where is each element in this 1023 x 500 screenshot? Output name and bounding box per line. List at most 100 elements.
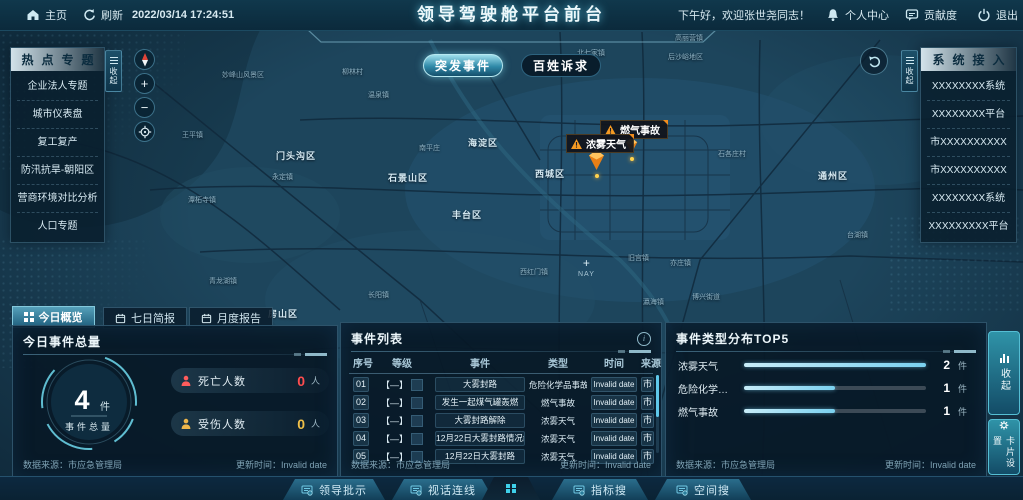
collapse-cards-button[interactable]: 收起	[988, 331, 1020, 415]
row-source: 市	[641, 431, 654, 446]
column-header: 来源	[641, 355, 654, 370]
column-header: 等级	[373, 355, 431, 370]
event-table: 序号等级事件类型时间来源 01【—】大雾封路危险化学品事故Invalid dat…	[349, 353, 653, 464]
bar-track	[744, 409, 926, 413]
bar-fill	[744, 409, 835, 413]
nav-spatial-search[interactable]: 空间搜	[655, 479, 751, 500]
fog-weather-marker[interactable]: 浓雾天气	[566, 134, 634, 153]
person-icon	[180, 418, 192, 430]
chart-bar-row: 燃气事故1件	[678, 401, 972, 421]
marker-label: 浓雾天气	[586, 136, 626, 151]
row-level: 【—】	[373, 378, 431, 391]
row-event: 大雾封路	[435, 377, 525, 392]
table-body: 01【—】大雾封路危险化学品事故Invalid date市02【—】发生一起煤气…	[349, 377, 653, 464]
appeals-filter-button[interactable]: 百姓诉求	[521, 54, 601, 77]
system-access-item[interactable]: XXXXXXXXX平台	[927, 213, 1010, 240]
map-pin-icon[interactable]	[588, 150, 605, 171]
locate-button[interactable]	[134, 121, 155, 142]
table-row[interactable]: 04【—】12月22日大雾封路情况续报浓雾天气Invalid date市	[349, 431, 653, 446]
data-source: 数据来源：市应急管理局	[23, 458, 122, 471]
contribution-button[interactable]: 贡献度	[905, 0, 957, 30]
deaths-stat: 死亡人数 0 人	[171, 368, 329, 393]
system-access-item[interactable]: 市XXXXXXXXXX	[927, 129, 1010, 157]
card-settings-button[interactable]: 卡片设置	[988, 419, 1020, 475]
dashboard-root: 海淀区门头沟区石景山区丰台区西城区通州区房山区王平镇永定镇潭柘寺镇南平庄温泉镇柳…	[0, 0, 1023, 500]
stat-unit: 人	[311, 374, 320, 387]
emergency-filter-button[interactable]: 突发事件	[423, 54, 503, 77]
nav-label: 领导批示	[319, 482, 367, 498]
board-gear-icon	[573, 484, 585, 496]
table-row[interactable]: 03【—】大雾封路解除浓雾天气Invalid date市	[349, 413, 653, 428]
system-access-item[interactable]: XXXXXXXX系统	[927, 73, 1010, 101]
nav-indicator-search[interactable]: 指标搜	[552, 479, 648, 500]
bar-value: 1	[934, 404, 950, 418]
hot-topic-item[interactable]: 城市仪表盘	[17, 101, 98, 129]
nav-label: 视话连线	[428, 482, 476, 498]
bar-chart-icon	[1000, 354, 1009, 363]
airport-cross-marker: +NAY	[578, 258, 595, 280]
row-type: 危险化学品事故	[529, 379, 587, 391]
stat-value: 0	[297, 373, 305, 389]
top5-chart-title: 事件类型分布TOP5	[676, 330, 789, 347]
event-list-card: 事件列表 i 序号等级事件类型时间来源 01【—】大雾封路危险化学品事故Inva…	[340, 322, 662, 477]
hot-topic-item[interactable]: 人口专题	[17, 213, 98, 240]
personal-center-button[interactable]: 个人中心	[826, 0, 889, 30]
chart-bar-row: 浓雾天气2件	[678, 355, 972, 375]
undo-button[interactable]	[860, 47, 888, 75]
compass-icon	[139, 52, 151, 67]
system-access-panel: 系统接入 XXXXXXXX系统XXXXXXXX平台市XXXXXXXXXX市XXX…	[920, 47, 1017, 243]
data-source: 数据来源：市应急管理局	[676, 458, 775, 471]
system-access-collapse-button[interactable]: 收起	[901, 50, 918, 92]
hot-topics-collapse-button[interactable]: 收起	[105, 50, 122, 92]
compass-control[interactable]	[134, 49, 155, 70]
system-access-item[interactable]: XXXXXXXX平台	[927, 101, 1010, 129]
column-header: 类型	[529, 355, 587, 370]
pin-dot	[630, 157, 634, 161]
row-event: 大雾封路解除	[435, 413, 525, 428]
logout-button[interactable]: 退出	[977, 0, 1018, 30]
update-time: 更新时间：Invalid date	[236, 458, 327, 471]
hot-topic-item[interactable]: 复工复产	[17, 129, 98, 157]
menu-icon	[906, 57, 914, 65]
bar-fill	[744, 363, 926, 367]
total-events-unit: 件	[100, 401, 110, 413]
today-summary-title: 今日事件总量	[23, 333, 101, 350]
row-number: 01	[353, 377, 369, 392]
board-gear-icon	[301, 484, 313, 496]
hot-topic-item[interactable]: 营商环境对比分析	[17, 185, 98, 213]
locate-icon	[138, 125, 152, 139]
injuries-stat: 受伤人数 0 人	[171, 411, 329, 436]
table-row[interactable]: 02【—】发生一起煤气罐轰燃燃气事故Invalid date市	[349, 395, 653, 410]
top-header: 主页 刷新 2022/03/14 17:24:51 领导驾驶舱平台前台 下午好，…	[0, 0, 1023, 31]
hot-topic-item[interactable]: 企业法人专题	[17, 73, 98, 101]
row-number: 04	[353, 431, 369, 446]
nav-leader-instructions[interactable]: 领导批示	[283, 479, 385, 500]
nav-label: 指标搜	[591, 482, 627, 498]
hot-topic-item[interactable]: 防汛抗旱-朝阳区	[17, 157, 98, 185]
row-source: 市	[641, 395, 654, 410]
undo-icon	[867, 55, 881, 68]
row-level: 【—】	[373, 396, 431, 409]
zoom-out-button[interactable]: −	[134, 97, 155, 118]
event-list-title: 事件列表	[351, 330, 403, 347]
total-events-value: 4	[74, 385, 89, 415]
nav-apps-button[interactable]	[482, 477, 540, 500]
warning-triangle-icon	[605, 125, 616, 135]
header-divider	[676, 351, 976, 352]
minus-icon: −	[141, 101, 149, 114]
greeting: 下午好，欢迎张世尧同志！	[678, 0, 810, 30]
info-icon[interactable]: i	[637, 332, 651, 346]
table-row[interactable]: 01【—】大雾封路危险化学品事故Invalid date市	[349, 377, 653, 392]
row-source: 市	[641, 377, 654, 392]
appeals-filter-label: 百姓诉求	[533, 57, 589, 74]
table-scrollbar[interactable]	[656, 375, 659, 453]
stat-label: 受伤人数	[198, 416, 291, 432]
row-time: Invalid date	[591, 431, 637, 446]
nav-video-call[interactable]: 视话连线	[392, 479, 494, 500]
bar-value: 1	[934, 381, 950, 395]
tab-label: 月度报告	[217, 310, 261, 326]
zoom-in-button[interactable]: +	[134, 73, 155, 94]
system-access-item[interactable]: 市XXXXXXXXXX	[927, 157, 1010, 185]
system-access-title: 系统接入	[921, 48, 1016, 71]
system-access-item[interactable]: XXXXXXXX系统	[927, 185, 1010, 213]
